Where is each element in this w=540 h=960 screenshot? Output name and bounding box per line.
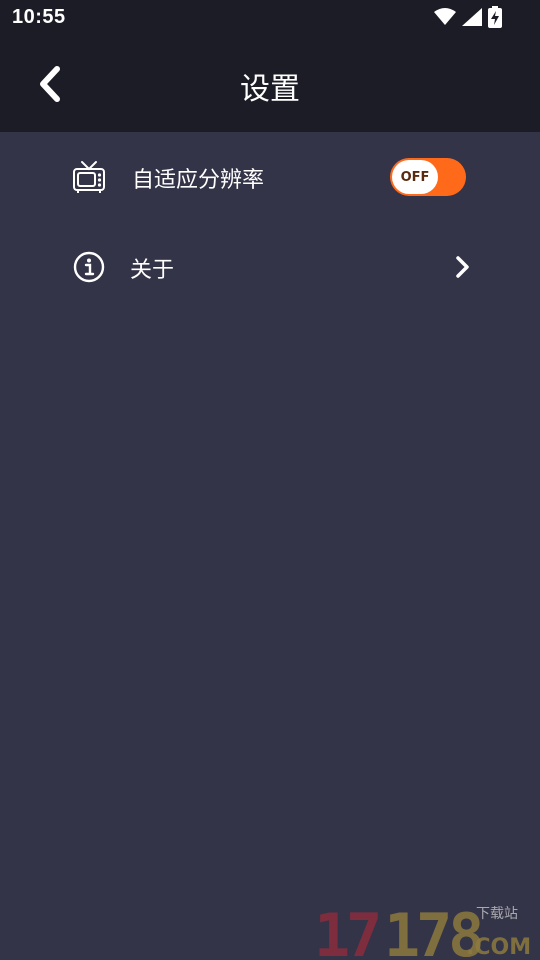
svg-text:下载站: 下载站 [476,906,518,922]
status-time: 10:55 [12,6,66,28]
svg-text:17: 17 [314,901,378,960]
chevron-right-icon [456,256,469,278]
battery-charging-icon [488,6,502,28]
setting-about[interactable]: 关于 [0,222,540,312]
setting-adaptive-resolution: 自适应分辨率 OFF [0,132,540,222]
page-title: 设置 [240,72,300,107]
toggle-knob: OFF [392,160,438,194]
info-icon [73,251,105,283]
status-bar: 10:55 [0,0,540,36]
toggle-state-text: OFF [400,169,430,185]
setting-label: 关于 [130,258,175,283]
tv-icon [73,161,105,193]
adaptive-resolution-toggle[interactable]: OFF [390,158,466,196]
svg-text:.COM: .COM [466,935,531,960]
app-bar: 设置 [0,36,540,132]
status-icons [434,6,502,28]
cell-signal-icon [462,8,482,26]
settings-list: 自适应分辨率 OFF 关于 17 178 .COM 下载站 [0,132,540,960]
watermark-logo: 17 178 .COM 下载站 [314,901,531,960]
wifi-icon [434,8,456,25]
setting-label: 自适应分辨率 [132,168,265,193]
